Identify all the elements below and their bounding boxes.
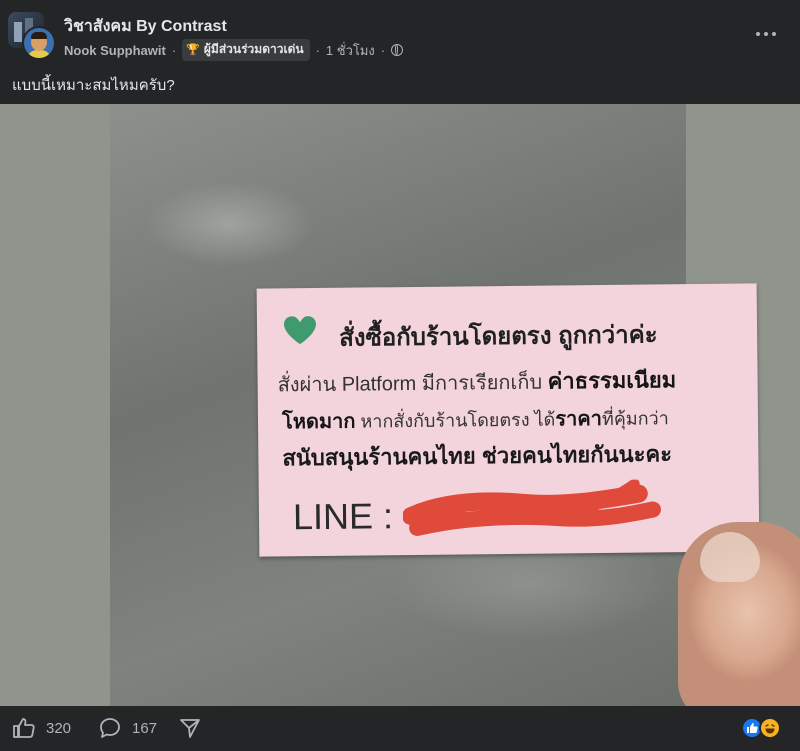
- note-line-2: สั่งผ่าน Platform มีการเรียกเก็บ ค่าธรรม…: [277, 362, 677, 401]
- note-line-2b: ค่าธรรมเนียม: [547, 367, 677, 394]
- globe-icon: [391, 44, 404, 56]
- comment-count: 167: [132, 719, 158, 737]
- user-avatar[interactable]: [22, 26, 56, 60]
- haha-reaction-icon: [759, 717, 781, 739]
- note-line-4: สนับสนุนร้านคนไทย ช่วยคนไทยกันนะคะ: [282, 441, 673, 471]
- reaction-summary[interactable]: [741, 717, 787, 741]
- comment-bubble-icon: [100, 718, 120, 738]
- post-footer: 320 167: [0, 706, 800, 751]
- badge-label: ผู้มีส่วนร่วมดาวเด่น: [203, 42, 304, 56]
- post-header: วิชาสังคม By Contrast Nook Supphawit · 🏆…: [0, 0, 800, 68]
- author-name-link[interactable]: Nook Supphawit: [64, 43, 166, 58]
- separator: ·: [380, 42, 386, 58]
- note-line-3a: โหดมาก: [281, 410, 356, 434]
- share-arrow-icon: [180, 719, 200, 738]
- more-options-icon[interactable]: [750, 22, 782, 46]
- red-scribble-redaction: [402, 479, 661, 536]
- trophy-icon: 🏆: [186, 44, 200, 56]
- top-contributor-badge[interactable]: 🏆 ผู้มีส่วนร่วมดาวเด่น: [182, 39, 310, 61]
- separator: ·: [315, 42, 320, 58]
- green-heart-icon: [283, 316, 316, 345]
- note-line-1: สั่งซื้อกับร้านโดยตรง ถูกกว่าค่ะ: [338, 321, 658, 352]
- note-line-3b: หากสั่งกับร้านโดยตรง ได้: [355, 409, 556, 432]
- like-count: 320: [46, 719, 72, 737]
- photo-background: สั่งซื้อกับร้านโดยตรง ถูกกว่าค่ะ สั่งผ่า…: [110, 104, 800, 706]
- separator: ·: [171, 42, 177, 58]
- post-photo[interactable]: สั่งซื้อกับร้านโดยตรง ถูกกว่าค่ะ สั่งผ่า…: [0, 104, 800, 706]
- note-line-3: โหดมาก หากสั่งกับร้านโดยตรง ได้ราคาที่คุ…: [282, 401, 669, 437]
- post-caption: แบบนี้เหมาะสมไหมครับ?: [12, 77, 175, 94]
- note-line-3c: ราคา: [555, 408, 603, 431]
- like-button[interactable]: 320: [12, 716, 71, 740]
- note-line-id-label: LINE :: [292, 495, 394, 538]
- group-name-link[interactable]: วิชาสังคม By Contrast: [64, 14, 227, 39]
- post-meta: Nook Supphawit · 🏆 ผู้มีส่วนร่วมดาวเด่น …: [64, 39, 404, 61]
- avatar-stack[interactable]: [8, 12, 56, 60]
- note-line-3d: ที่คุ้มกว่า: [601, 408, 669, 430]
- note-line-2a: สั่งผ่าน Platform มีการเรียกเก็บ: [277, 371, 548, 397]
- post-time-link[interactable]: 1 ชั่วโมง: [326, 40, 375, 61]
- note-paper: สั่งซื้อกับร้านโดยตรง ถูกกว่าค่ะ สั่งผ่า…: [256, 283, 760, 557]
- share-button[interactable]: [178, 716, 202, 740]
- thumbs-up-icon: [13, 718, 35, 738]
- comment-button[interactable]: 167: [98, 716, 157, 740]
